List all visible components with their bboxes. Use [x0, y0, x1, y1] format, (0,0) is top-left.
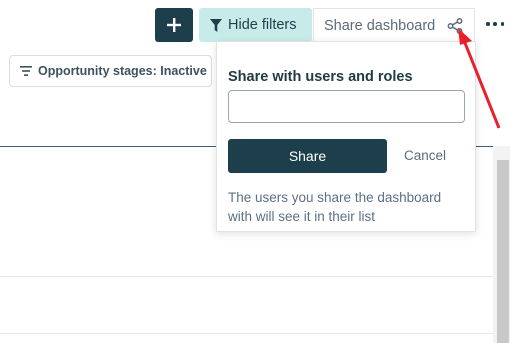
share-popover: Share with users and roles Share Cancel … — [216, 41, 476, 232]
row-divider — [0, 333, 494, 334]
row-divider — [0, 276, 494, 277]
hide-filters-label: Hide filters — [228, 17, 297, 33]
filter-lines-icon — [20, 66, 32, 76]
share-dashboard-button[interactable]: Share dashboard — [313, 8, 475, 42]
filter-chip-label: Opportunity stages: Inactive — [38, 64, 207, 78]
annotation-arrow-icon — [458, 28, 501, 129]
share-dashboard-label: Share dashboard — [324, 17, 436, 34]
share-popover-note: The users you share the dashboard with w… — [228, 190, 442, 224]
add-button[interactable] — [155, 8, 193, 42]
cancel-button[interactable]: Cancel — [404, 148, 446, 163]
more-horizontal-icon — [486, 22, 490, 26]
hide-filters-button[interactable]: Hide filters — [199, 8, 312, 42]
plus-icon — [167, 18, 181, 32]
share-popover-title: Share with users and roles — [228, 69, 413, 85]
filter-funnel-icon — [210, 18, 222, 32]
share-users-input[interactable] — [228, 90, 465, 123]
filter-chip-opportunity-stages[interactable]: Opportunity stages: Inactive — [9, 55, 212, 87]
share-button[interactable]: Share — [228, 139, 387, 173]
scrollbar-thumb[interactable] — [497, 160, 509, 343]
